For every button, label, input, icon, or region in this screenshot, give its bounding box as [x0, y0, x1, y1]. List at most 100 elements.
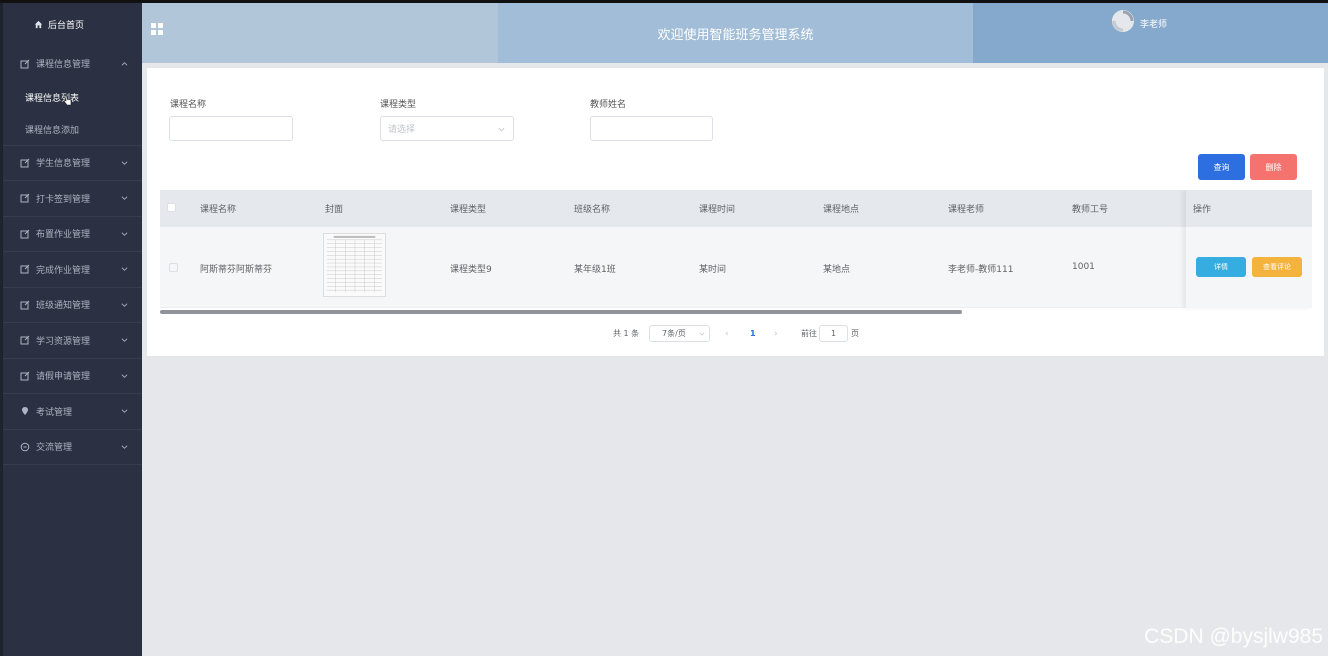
delete-button[interactable]: 删除 [1250, 154, 1297, 180]
sidebar-home-label: 后台首页 [48, 21, 85, 31]
sidebar-item-label: 考试管理 [36, 407, 73, 418]
sidebar-item-class-notice[interactable]: 班级通知管理 [3, 288, 142, 323]
sidebar-home[interactable]: 后台首页 [3, 3, 142, 46]
column-header: 封面 [325, 205, 344, 215]
pagination-total: 共 1 条 [613, 329, 640, 338]
operation-cell: 详情 查看评论 [1186, 227, 1312, 308]
avatar[interactable] [1112, 10, 1134, 32]
next-page-icon[interactable]: › [774, 325, 778, 342]
page-unit-label: 页 [851, 329, 859, 338]
cell-teacher: 李老师-教师111 [948, 265, 1014, 275]
cell-place: 某地点 [823, 265, 851, 275]
submenu-label: 课程信息添加 [25, 125, 80, 136]
sidebar-item-label: 请假申请管理 [36, 372, 91, 383]
chevron-up-icon [121, 61, 128, 66]
column-header: 课程时间 [699, 205, 736, 215]
sidebar-item-leave[interactable]: 请假申请管理 [3, 359, 142, 394]
horizontal-scrollbar[interactable] [160, 310, 962, 314]
table-header: 课程名称 封面 课程类型 班级名称 课程时间 课程地点 课程老师 教师工号 [160, 190, 1312, 227]
sidebar-item-checkin[interactable]: 打卡签到管理 [3, 181, 142, 217]
edit-icon [20, 59, 30, 69]
sidebar-item-exam[interactable]: 考试管理 [3, 394, 142, 430]
sidebar: 后台首页 课程信息管理 课程信息列表 课程信息添加 学生信息管理 打卡签到管理 … [3, 3, 142, 656]
chat-icon [20, 442, 30, 452]
edit-icon [20, 335, 30, 345]
main-panel: 课程名称 课程类型 请选择 教师姓名 查询 删除 课程名称 封面 课程类型 班级… [147, 68, 1324, 356]
location-icon [22, 407, 28, 416]
chevron-down-icon [121, 161, 128, 165]
select-all-checkbox[interactable] [167, 203, 176, 212]
column-header: 教师工号 [1072, 205, 1109, 215]
menu-toggle-icon[interactable] [151, 23, 163, 35]
operation-column: 操作 详情 查看评论 [1186, 190, 1312, 308]
teacher-name-input[interactable] [590, 116, 713, 141]
sidebar-item-label: 布置作业管理 [36, 230, 91, 241]
column-header: 课程地点 [823, 205, 860, 215]
course-type-label: 课程类型 [380, 100, 417, 110]
edit-icon [20, 371, 30, 381]
edit-icon [20, 264, 30, 274]
cell-course-name: 阿斯蒂芬阿斯蒂芬 [200, 265, 273, 275]
sidebar-item-label: 学生信息管理 [36, 159, 91, 170]
sidebar-item-label: 学习资源管理 [36, 336, 91, 347]
query-button[interactable]: 查询 [1198, 154, 1245, 180]
course-type-placeholder: 请选择 [388, 125, 416, 135]
username[interactable]: 李老师 [1140, 17, 1167, 30]
chevron-down-icon [121, 374, 128, 378]
sidebar-item-label: 完成作业管理 [36, 265, 91, 276]
course-name-input[interactable] [169, 116, 293, 141]
edit-icon [20, 193, 30, 203]
course-name-label: 课程名称 [170, 100, 207, 110]
column-header: 课程类型 [450, 205, 487, 215]
chevron-down-icon [121, 409, 128, 414]
sidebar-item-label: 交流管理 [36, 443, 73, 454]
sidebar-item-finish-homework[interactable]: 完成作业管理 [3, 252, 142, 288]
sidebar-item-resources[interactable]: 学习资源管理 [3, 323, 142, 359]
sidebar-item-course[interactable]: 课程信息管理 [3, 46, 142, 82]
edit-icon [20, 229, 30, 239]
chevron-down-icon [121, 196, 128, 201]
sidebar-item-student[interactable]: 学生信息管理 [3, 146, 142, 181]
page-size-select[interactable]: 7条/页 [649, 325, 710, 342]
goto-label: 前往 [801, 329, 817, 338]
page-size-value: 7条/页 [662, 329, 686, 338]
chevron-down-icon [121, 303, 128, 307]
header-right: 李老师 [973, 3, 1328, 63]
row-checkbox[interactable] [169, 263, 178, 272]
chevron-down-icon [498, 127, 505, 132]
cover-image [323, 233, 386, 297]
detail-button[interactable]: 详情 [1196, 257, 1246, 277]
sidebar-item-label: 班级通知管理 [36, 301, 91, 312]
top-header: 欢迎使用智能班务管理系统 李老师 [142, 3, 1328, 63]
view-comments-button[interactable]: 查看评论 [1252, 257, 1302, 277]
page-number-current[interactable]: 1 [750, 325, 756, 342]
edit-icon [20, 300, 30, 310]
submenu-course-list[interactable]: 课程信息列表 [3, 82, 142, 114]
home-icon [34, 20, 43, 29]
cell-course-type: 课程类型9 [450, 265, 492, 275]
chevron-down-icon [121, 445, 128, 449]
cell-class-name: 某年级1班 [574, 265, 616, 275]
edit-icon [20, 158, 30, 168]
column-header: 课程名称 [200, 205, 237, 215]
cell-time: 某时间 [699, 265, 727, 275]
operation-header: 操作 [1186, 190, 1312, 227]
chevron-down-icon [699, 332, 705, 336]
watermark: CSDN @bysjlw985 [1144, 625, 1323, 648]
sidebar-item-assign-homework[interactable]: 布置作业管理 [3, 217, 142, 252]
header-left [142, 3, 498, 63]
sidebar-item-label: 打卡签到管理 [36, 194, 91, 205]
column-header: 课程老师 [948, 205, 985, 215]
prev-page-icon[interactable]: ‹ [725, 325, 729, 342]
submenu-course-add[interactable]: 课程信息添加 [3, 114, 142, 146]
course-type-select[interactable]: 请选择 [380, 116, 514, 141]
sidebar-item-label: 课程信息管理 [36, 60, 91, 71]
column-header: 班级名称 [574, 205, 611, 215]
cell-teacher-id: 1001 [1072, 262, 1095, 272]
sidebar-item-chat[interactable]: 交流管理 [3, 430, 142, 465]
chevron-down-icon [121, 338, 128, 343]
teacher-name-label: 教师姓名 [590, 100, 627, 110]
goto-page-input[interactable]: 1 [819, 325, 848, 342]
header-title: 欢迎使用智能班务管理系统 [498, 3, 973, 63]
column-header: 操作 [1193, 205, 1212, 215]
